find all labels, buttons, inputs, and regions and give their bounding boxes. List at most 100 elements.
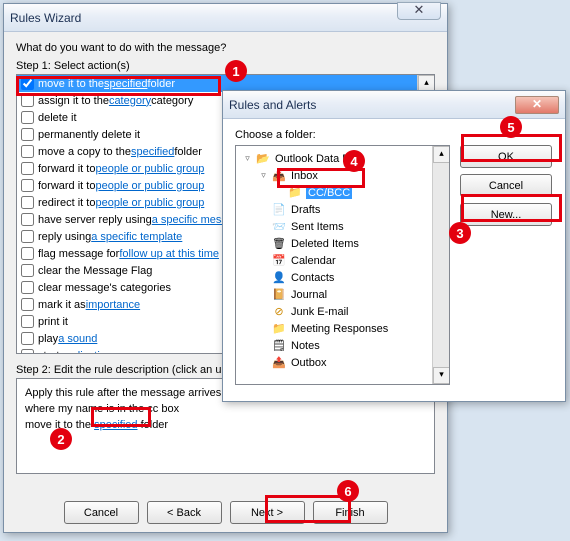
action-link[interactable]: application bbox=[59, 350, 112, 355]
folder-icon bbox=[271, 271, 287, 285]
tree-label: Meeting Responses bbox=[290, 323, 389, 335]
folder-icon bbox=[271, 203, 287, 217]
folder-icon bbox=[271, 220, 287, 234]
expand-icon bbox=[258, 272, 269, 283]
expand-icon bbox=[258, 323, 269, 334]
action-checkbox[interactable] bbox=[21, 145, 34, 158]
action-link[interactable]: people or public group bbox=[95, 197, 204, 209]
tree-node[interactable]: Outbox bbox=[238, 354, 447, 371]
action-checkbox[interactable] bbox=[21, 247, 34, 260]
alert-titlebar: Rules and Alerts ✕ bbox=[223, 91, 565, 119]
desc-line3: move it to the specified folder bbox=[25, 417, 426, 433]
tree-label: Calendar bbox=[290, 255, 337, 267]
action-checkbox[interactable] bbox=[21, 264, 34, 277]
tree-node[interactable]: ▿ Inbox bbox=[238, 167, 447, 184]
expand-icon bbox=[258, 357, 269, 368]
action-link[interactable]: category bbox=[109, 95, 151, 107]
tree-label: Junk E-mail bbox=[290, 306, 349, 318]
expand-icon[interactable]: ▿ bbox=[258, 170, 269, 181]
tree-node[interactable]: CC/BCC bbox=[238, 184, 447, 201]
tree-label: Inbox bbox=[290, 170, 319, 182]
action-link[interactable]: specified bbox=[131, 146, 174, 158]
action-checkbox[interactable] bbox=[21, 332, 34, 345]
folder-icon bbox=[271, 339, 287, 353]
alert-close-button[interactable]: ✕ bbox=[515, 96, 559, 114]
alert-title: Rules and Alerts bbox=[229, 98, 515, 112]
wizard-button-row: Cancel < Back Next > Finish bbox=[4, 501, 447, 524]
tree-label: Notes bbox=[290, 340, 321, 352]
wizard-question: What do you want to do with the message? bbox=[16, 42, 435, 54]
tree-label: Sent Items bbox=[290, 221, 345, 233]
new-folder-button[interactable]: New... bbox=[460, 203, 552, 226]
folder-icon bbox=[255, 152, 271, 166]
ok-button[interactable]: OK bbox=[460, 145, 552, 168]
expand-icon[interactable]: ▿ bbox=[242, 153, 253, 164]
action-checkbox[interactable] bbox=[21, 77, 34, 90]
action-checkbox[interactable] bbox=[21, 94, 34, 107]
tree-node[interactable]: Notes bbox=[238, 337, 447, 354]
action-link[interactable]: people or public group bbox=[95, 180, 204, 192]
expand-icon bbox=[258, 340, 269, 351]
rules-and-alerts-dialog: Rules and Alerts ✕ Choose a folder: ▿ Out… bbox=[222, 90, 566, 402]
tree-label: CC/BCC bbox=[306, 187, 352, 199]
tree-node[interactable]: Sent Items bbox=[238, 218, 447, 235]
action-checkbox[interactable] bbox=[21, 230, 34, 243]
tree-scrollbar[interactable]: ▴▾ bbox=[432, 146, 449, 384]
action-link[interactable]: specified bbox=[104, 78, 147, 90]
expand-icon bbox=[258, 306, 269, 317]
next-button[interactable]: Next > bbox=[230, 501, 305, 524]
action-link[interactable]: people or public group bbox=[95, 163, 204, 175]
expand-icon bbox=[274, 187, 285, 198]
tree-label: Contacts bbox=[290, 272, 335, 284]
expand-icon bbox=[258, 255, 269, 266]
alert-side-buttons: OK Cancel New... bbox=[460, 145, 552, 385]
action-checkbox[interactable] bbox=[21, 179, 34, 192]
wizard-close-button[interactable]: ✕ bbox=[397, 2, 441, 20]
folder-tree[interactable]: ▿ Outlook Data File ▿ Inbox CC/BCC Drafts Sent… bbox=[235, 145, 450, 385]
tree-label: Outlook Data File bbox=[274, 153, 361, 165]
step1-label: Step 1: Select action(s) bbox=[16, 60, 435, 72]
alert-body: Choose a folder: ▿ Outlook Data File ▿ Inbo… bbox=[223, 119, 565, 401]
action-link[interactable]: follow up at this time bbox=[119, 248, 219, 260]
tree-label: Drafts bbox=[290, 204, 321, 216]
folder-icon bbox=[271, 254, 287, 268]
action-checkbox[interactable] bbox=[21, 298, 34, 311]
tree-node[interactable]: ▿ Outlook Data File bbox=[238, 150, 447, 167]
wizard-title: Rules Wizard bbox=[10, 11, 441, 25]
action-checkbox[interactable] bbox=[21, 315, 34, 328]
action-checkbox[interactable] bbox=[21, 128, 34, 141]
expand-icon bbox=[258, 204, 269, 215]
action-link[interactable]: a sound bbox=[58, 333, 97, 345]
expand-icon bbox=[258, 221, 269, 232]
action-checkbox[interactable] bbox=[21, 281, 34, 294]
tree-label: Deleted Items bbox=[290, 238, 360, 250]
action-checkbox[interactable] bbox=[21, 349, 34, 354]
action-checkbox[interactable] bbox=[21, 213, 34, 226]
cancel-button[interactable]: Cancel bbox=[64, 501, 139, 524]
tree-node[interactable]: Calendar bbox=[238, 252, 447, 269]
back-button[interactable]: < Back bbox=[147, 501, 222, 524]
folder-icon bbox=[271, 169, 287, 183]
folder-icon bbox=[271, 322, 287, 336]
tree-node[interactable]: Drafts bbox=[238, 201, 447, 218]
tree-node[interactable]: Contacts bbox=[238, 269, 447, 286]
folder-icon bbox=[287, 186, 303, 200]
specified-link[interactable]: specified bbox=[94, 419, 137, 431]
action-checkbox[interactable] bbox=[21, 111, 34, 124]
action-checkbox[interactable] bbox=[21, 162, 34, 175]
tree-node[interactable]: Meeting Responses bbox=[238, 320, 447, 337]
folder-icon bbox=[271, 288, 287, 302]
tree-label: Outbox bbox=[290, 357, 327, 369]
tree-node[interactable]: Deleted Items bbox=[238, 235, 447, 252]
action-link[interactable]: a specific template bbox=[91, 231, 182, 243]
finish-button[interactable]: Finish bbox=[313, 501, 388, 524]
action-checkbox[interactable] bbox=[21, 196, 34, 209]
folder-icon bbox=[271, 356, 287, 370]
tree-node[interactable]: Journal bbox=[238, 286, 447, 303]
choose-folder-label: Choose a folder: bbox=[235, 129, 553, 141]
expand-icon bbox=[258, 289, 269, 300]
tree-node[interactable]: Junk E-mail bbox=[238, 303, 447, 320]
action-link[interactable]: importance bbox=[86, 299, 140, 311]
alert-cancel-button[interactable]: Cancel bbox=[460, 174, 552, 197]
tree-label: Journal bbox=[290, 289, 328, 301]
